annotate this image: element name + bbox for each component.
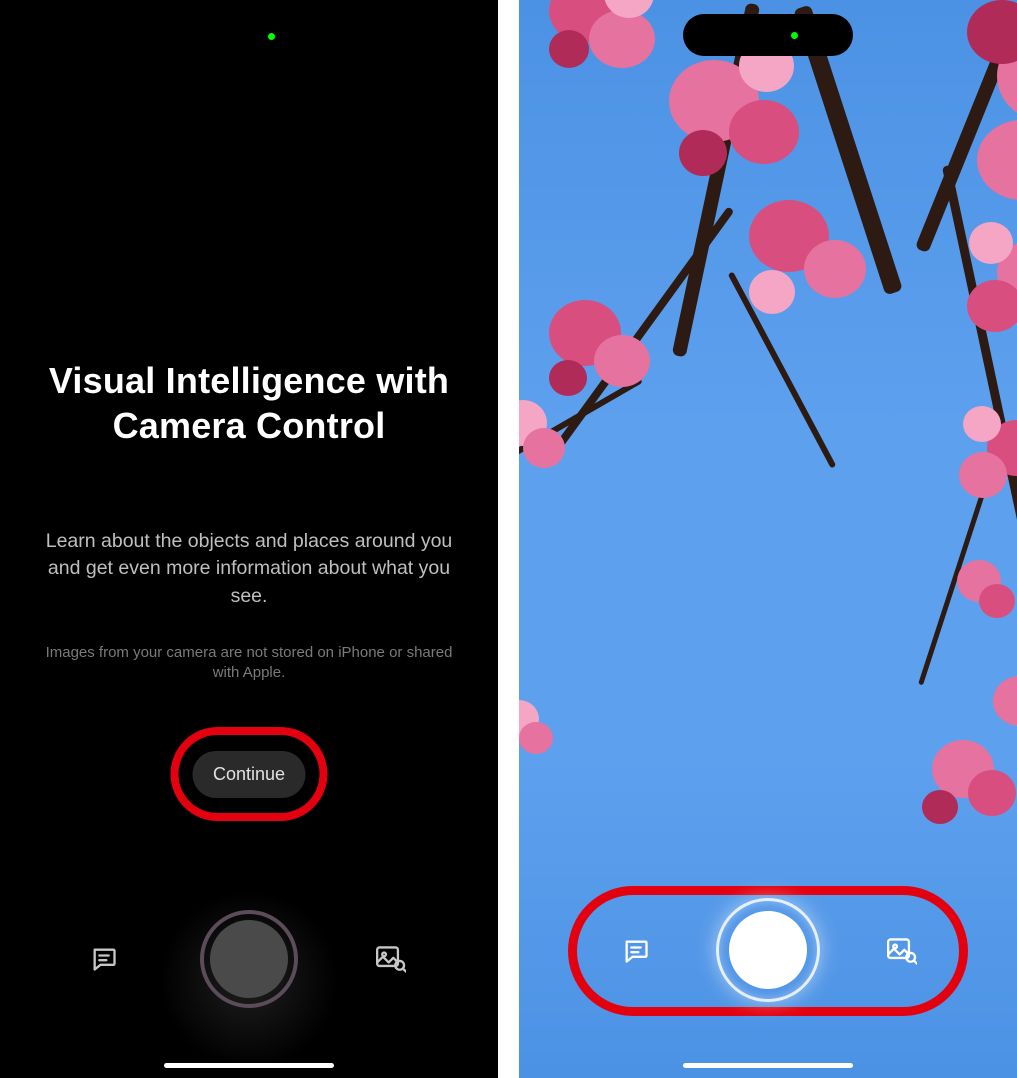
continue-button[interactable]: Continue [193,751,306,798]
dual-screenshot-container: Visual Intelligence with Camera Control … [0,0,1017,1078]
continue-button-label: Continue [213,764,285,785]
camera-indicator-dot [791,32,798,39]
shutter-button[interactable] [200,910,298,1008]
left-phone: Visual Intelligence with Camera Control … [0,0,498,1078]
onboarding-disclaimer: Images from your camera are not stored o… [0,643,498,684]
shutter-button-inner [210,920,288,998]
image-search-icon[interactable] [887,937,917,965]
onboarding-description: Learn about the objects and places aroun… [0,528,498,610]
dynamic-island [683,14,853,56]
shutter-button[interactable] [716,898,820,1002]
screenshot-gap [498,0,519,1078]
chat-bubble-icon[interactable] [622,937,650,965]
chat-bubble-icon[interactable] [90,945,118,973]
home-indicator[interactable] [164,1063,334,1068]
image-search-icon[interactable] [376,945,406,973]
shutter-button-inner [729,911,807,989]
right-phone [519,0,1017,1078]
home-indicator[interactable] [683,1063,853,1068]
onboarding-title: Visual Intelligence with Camera Control [0,358,498,448]
camera-indicator-dot [268,33,275,40]
